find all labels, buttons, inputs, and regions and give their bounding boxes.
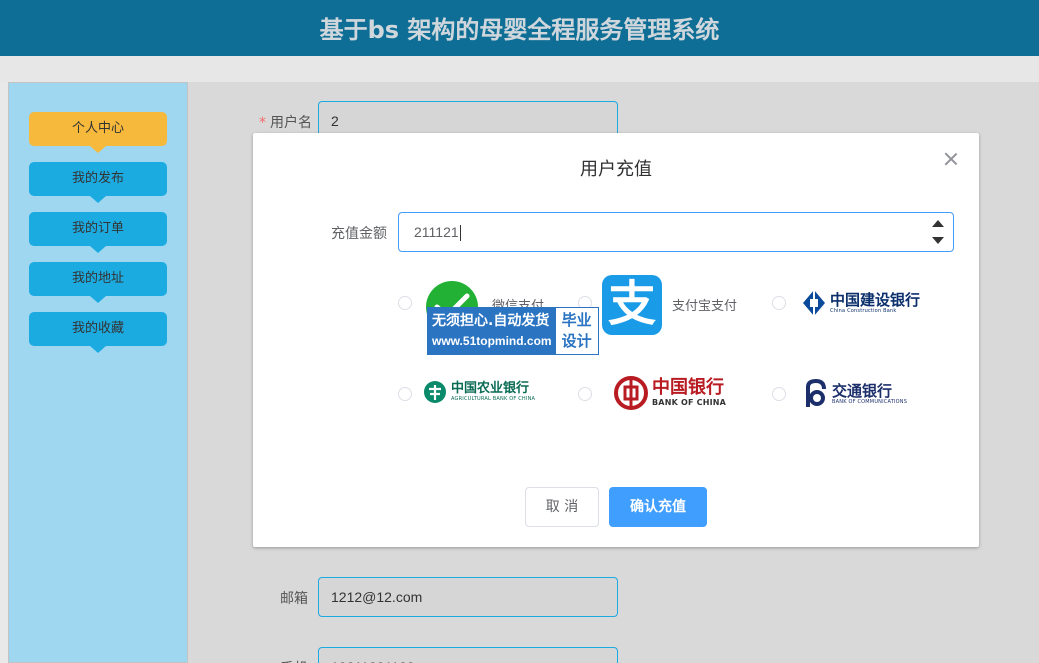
ccb-icon	[803, 290, 825, 316]
boc-logo: 中国银行 BANK OF CHINA	[614, 376, 726, 410]
bocom-icon	[806, 379, 826, 407]
alipay-label: 支付宝支付	[672, 299, 738, 314]
radio-wechat-pay[interactable]	[398, 296, 412, 310]
abc-logo: 中国农业银行 AGRICULTURAL BANK OF CHINA	[423, 380, 535, 404]
boc-icon	[614, 376, 648, 410]
boc-name: 中国银行	[652, 377, 724, 399]
watermark-url: www.51topmind.com	[432, 334, 552, 348]
alipay-icon: 支	[602, 275, 662, 335]
amount-label: 充值金额	[331, 226, 387, 242]
watermark-text-2: 设计	[561, 332, 592, 350]
radio-abc[interactable]	[398, 387, 412, 401]
close-icon[interactable]	[943, 151, 959, 167]
bocom-name: 交通银行	[832, 381, 893, 400]
bocom-name-en: BANK OF COMMUNICATIONS	[832, 399, 908, 406]
watermark-right: 毕业 设计	[556, 308, 598, 354]
watermark-left: 无须担心.自动发货 www.51topmind.com	[428, 308, 556, 354]
radio-boc[interactable]	[578, 387, 592, 401]
watermark-text-1: 毕业	[561, 311, 592, 329]
cancel-button[interactable]: 取 消	[525, 487, 599, 527]
boc-name-en: BANK OF CHINA	[652, 398, 727, 408]
text-caret	[459, 225, 461, 242]
watermark-badge: 无须担心.自动发货 www.51topmind.com 毕业 设计	[427, 307, 599, 355]
abc-name-en: AGRICULTURAL BANK OF CHINA	[451, 396, 536, 403]
increase-arrow-icon[interactable]	[931, 217, 945, 231]
ccb-name: 中国建设银行	[830, 290, 921, 309]
amount-input[interactable]: 211121	[398, 212, 954, 252]
confirm-recharge-button[interactable]: 确认充值	[609, 487, 707, 527]
ccb-logo: 中国建设银行 China Construction Bank	[802, 289, 920, 317]
ccb-name-en: China Construction Bank	[830, 308, 897, 315]
dialog-title: 用户充值	[580, 159, 652, 180]
recharge-dialog: 用户充值 充值金额 211121 微信支付 支 支付宝支付 中国建设银行 Chi…	[253, 133, 979, 547]
radio-bocom[interactable]	[772, 387, 786, 401]
bocom-logo: 交通银行 BANK OF COMMUNICATIONS	[804, 379, 907, 409]
abc-name: 中国农业银行	[451, 380, 530, 396]
watermark-slogan: 无须担心.自动发货	[432, 313, 550, 329]
radio-ccb[interactable]	[772, 296, 786, 310]
amount-value: 211121	[414, 224, 459, 240]
abc-icon	[424, 381, 446, 403]
decrease-arrow-icon[interactable]	[931, 233, 945, 247]
